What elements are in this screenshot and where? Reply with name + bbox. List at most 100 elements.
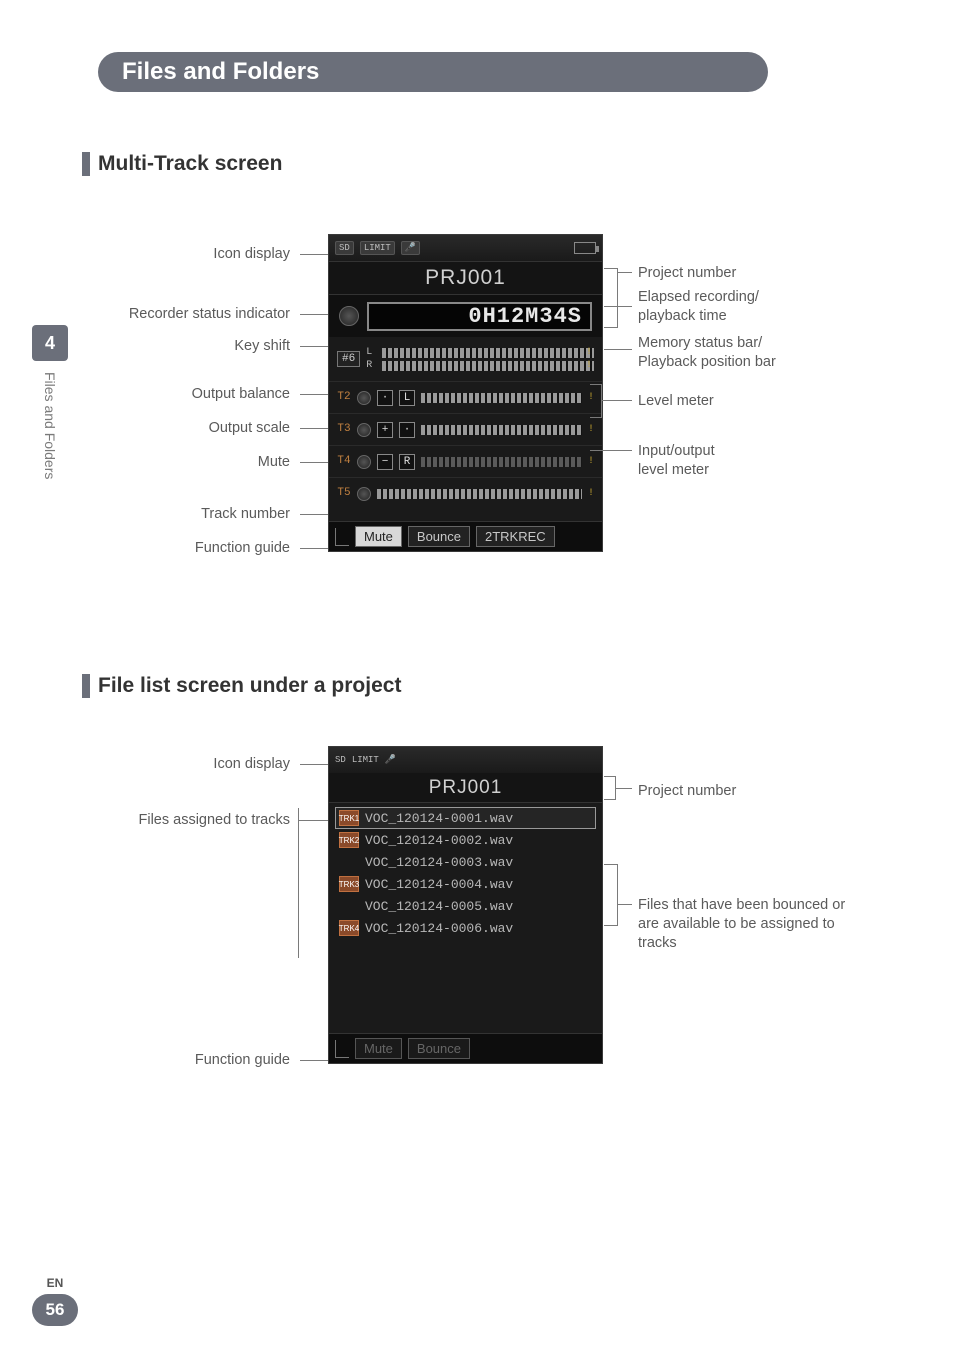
project-row: PRJ001 [329, 261, 602, 295]
track-row: T2 · L ! [329, 381, 602, 413]
time-row: 0H12M34S [329, 295, 602, 337]
label-mute: Mute [258, 454, 290, 470]
project-number-value: PRJ001 [429, 777, 503, 799]
lead-line [602, 400, 632, 401]
sd-icon: SD [335, 755, 346, 765]
file-row[interactable]: TRK1 VOC_120124-0001.wav [335, 807, 596, 829]
label-icon-display: Icon display [213, 756, 290, 772]
fn-mute-button[interactable]: Mute [355, 526, 402, 547]
elapsed-time-value: 0H12M34S [367, 302, 592, 331]
page-footer: EN 56 [32, 1276, 78, 1326]
track-meter [421, 393, 582, 403]
section-title: File list screen under a project [98, 674, 401, 698]
file-row[interactable]: VOC_120124-0003.wav [335, 851, 596, 873]
track-meter [421, 425, 582, 435]
label-key-shift: Key shift [234, 338, 290, 354]
track-badge-icon [339, 854, 359, 870]
lcd-topbar: SD LIMIT 🎤 [329, 235, 602, 261]
lead-line [616, 788, 632, 789]
left-label: L [366, 347, 376, 358]
label-recorder-status: Recorder status indicator [129, 306, 290, 322]
track-scale-icon: + [377, 422, 393, 438]
track-led-icon [357, 455, 371, 469]
track-row: T5 ! [329, 477, 602, 509]
lr-meter: #6 L R ! ! [329, 337, 602, 381]
track-badge-icon: TRK2 [339, 832, 359, 848]
project-row: PRJ001 [329, 773, 602, 803]
bracket [604, 776, 616, 800]
file-name: VOC_120124-0002.wav [365, 833, 513, 848]
fn-bounce-button[interactable]: Bounce [408, 526, 470, 547]
track-balance-icon: · [377, 390, 393, 406]
label-project-number: Project number [638, 264, 736, 283]
bracket [604, 864, 618, 926]
language-code: EN [47, 1276, 64, 1290]
meter-bar: ! [382, 361, 594, 371]
mic-icon: 🎤 [385, 755, 396, 765]
record-led-icon [339, 306, 359, 326]
lead-line [618, 272, 632, 273]
section-bar-icon [82, 674, 90, 698]
track-r-icon: R [399, 454, 415, 470]
track-row: T4 − R ! [329, 445, 602, 477]
peak-indicator: ! [588, 424, 594, 435]
track-meter [421, 457, 582, 467]
label-project-number: Project number [638, 782, 736, 801]
meter-bar: ! [382, 348, 594, 358]
track-badge-icon: TRK3 [339, 876, 359, 892]
file-name: VOC_120124-0003.wav [365, 855, 513, 870]
fn-2trkrec-button[interactable]: 2TRKREC [476, 526, 555, 547]
limit-icon: LIMIT [360, 241, 395, 255]
track-scale-icon: L [399, 390, 415, 406]
track-dot-icon: · [399, 422, 415, 438]
label-icon-display: Icon display [213, 246, 290, 262]
function-guide-row: Mute Bounce [329, 1033, 602, 1063]
file-row[interactable]: TRK3 VOC_120124-0004.wav [335, 873, 596, 895]
label-files-bounced: Files that have been bounced or are avai… [638, 896, 858, 953]
section-title: Multi-Track screen [98, 152, 282, 176]
section-bar-icon [82, 152, 90, 176]
track-led-icon [357, 423, 371, 437]
section-heading-multitrack: Multi-Track screen [82, 152, 954, 176]
label-elapsed-time: Elapsed recording/ playback time [638, 288, 759, 326]
chapter-title: Files and Folders [122, 58, 319, 86]
lead-line [618, 904, 632, 905]
fn-bounce-button[interactable]: Bounce [408, 1038, 470, 1059]
page-number: 56 [32, 1294, 78, 1326]
track-num: T2 [337, 392, 351, 403]
file-name: VOC_120124-0005.wav [365, 899, 513, 914]
label-output-scale: Output scale [209, 420, 290, 436]
corner-icon [335, 528, 349, 546]
corner-icon [335, 1040, 349, 1058]
track-row: T3 + · ! [329, 413, 602, 445]
chapter-header: Files and Folders [98, 52, 768, 92]
label-function-guide: Function guide [195, 1052, 290, 1068]
lead-line [604, 306, 632, 307]
section-heading-filelist: File list screen under a project [82, 674, 954, 698]
file-name: VOC_120124-0004.wav [365, 877, 513, 892]
project-number-value: PRJ001 [425, 266, 506, 290]
battery-icon [574, 242, 596, 254]
limit-icon: LIMIT [352, 755, 379, 765]
file-name: VOC_120124-0006.wav [365, 921, 513, 936]
label-level-meter: Level meter [638, 392, 714, 411]
track-num: T5 [337, 488, 351, 499]
track-badge-icon [339, 898, 359, 914]
sd-icon: SD [335, 241, 354, 255]
lead-line [590, 450, 632, 451]
bracket [590, 384, 602, 418]
file-name: VOC_120124-0001.wav [365, 811, 513, 826]
fn-mute-button[interactable]: Mute [355, 1038, 402, 1059]
peak-indicator: ! [588, 456, 594, 467]
filelist-diagram: Icon display Files assigned to tracks Fu… [0, 746, 954, 1086]
track-mute-icon: − [377, 454, 393, 470]
lcd-filelist: SD LIMIT 🎤 PRJ001 TRK1 VOC_120124-0001.w… [328, 746, 603, 1064]
bracket [298, 808, 328, 958]
label-io-meter: Input/output level meter [638, 442, 715, 480]
file-row[interactable]: TRK2 VOC_120124-0002.wav [335, 829, 596, 851]
file-row[interactable]: TRK4 VOC_120124-0006.wav [335, 917, 596, 939]
track-badge-icon: TRK1 [339, 810, 359, 826]
label-memory-bar: Memory status bar/ Playback position bar [638, 334, 776, 372]
peak-indicator: ! [588, 488, 594, 499]
file-row[interactable]: VOC_120124-0005.wav [335, 895, 596, 917]
